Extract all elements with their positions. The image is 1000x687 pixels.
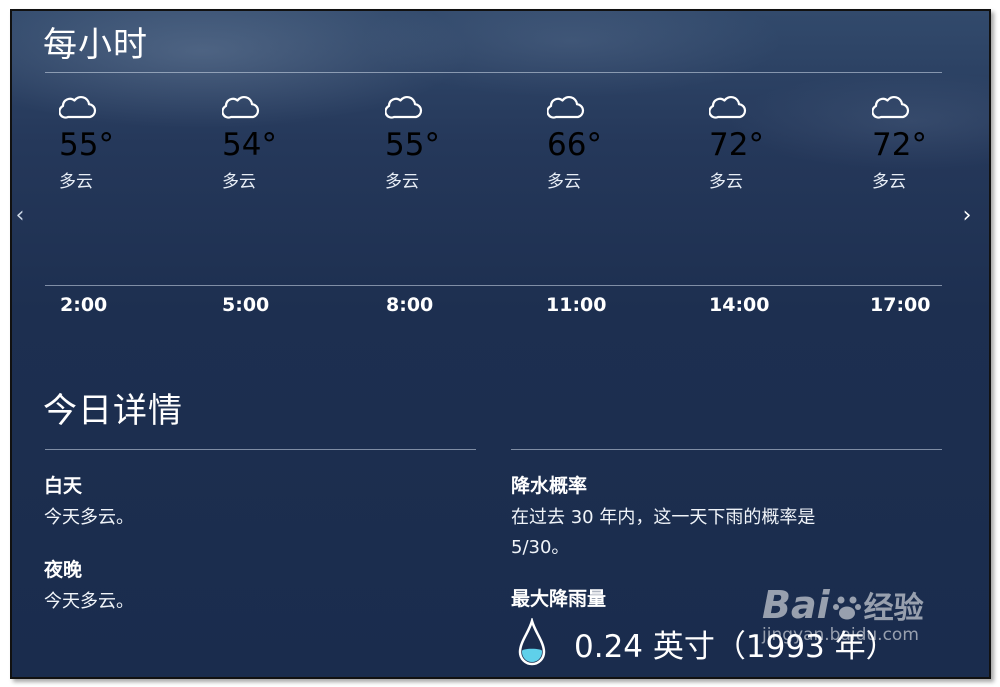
precip-chance-label: 降水概率 <box>511 475 588 497</box>
hourly-item: 55° 多云 <box>59 91 179 192</box>
watermark-url: jingyan.baidu.com <box>762 625 919 645</box>
hourly-temp: 55° <box>385 127 440 163</box>
hourly-bottom-divider <box>45 285 942 286</box>
cloud-icon <box>547 91 667 121</box>
precip-chance-text-line1: 在过去 30 年内，这一天下雨的概率是 <box>511 507 816 528</box>
paw-icon <box>832 592 862 622</box>
hourly-temp: 55° <box>59 127 114 163</box>
hourly-time: 8:00 <box>386 294 434 316</box>
weather-app-panel: 每小时 ‹ › 55° 多云 2:00 54° 多云 5:00 55° 多云 8:00 66° 多云… <box>10 9 991 679</box>
max-rain-label: 最大降雨量 <box>511 588 607 610</box>
hourly-temp: 54° <box>222 127 277 163</box>
hourly-condition: 多云 <box>59 172 93 192</box>
hourly-time: 2:00 <box>60 294 108 316</box>
hourly-temp: 72° <box>872 127 927 163</box>
chevron-left-icon[interactable]: ‹ <box>12 203 28 229</box>
hourly-condition: 多云 <box>222 172 256 192</box>
cloud-icon <box>709 91 829 121</box>
hourly-time: 17:00 <box>870 294 931 316</box>
cloud-icon <box>59 91 179 121</box>
hourly-condition: 多云 <box>385 172 419 192</box>
chevron-right-icon[interactable]: › <box>959 203 975 229</box>
details-left-divider <box>45 449 476 450</box>
hourly-item: 72° 多云 <box>872 91 989 192</box>
hourly-item: 72° 多云 <box>709 91 829 192</box>
hourly-condition: 多云 <box>709 172 743 192</box>
cloud-icon <box>385 91 505 121</box>
cloud-icon <box>872 91 989 121</box>
details-right-divider <box>511 449 942 450</box>
hourly-time: 11:00 <box>546 294 607 316</box>
night-text: 今天多云。 <box>44 591 134 612</box>
night-label: 夜晚 <box>44 559 83 581</box>
baidu-jingyan-watermark: Bai 经验 jingyan.baidu.com <box>762 583 924 645</box>
precip-chance-text-line2: 5/30。 <box>511 537 570 558</box>
hourly-temp: 72° <box>709 127 764 163</box>
hourly-top-divider <box>45 72 942 73</box>
hourly-time: 14:00 <box>709 294 770 316</box>
hourly-condition: 多云 <box>547 172 581 192</box>
day-text: 今天多云。 <box>44 507 134 528</box>
watermark-brand-prefix: Bai <box>762 583 830 627</box>
watermark-brand-suffix: 经验 <box>863 591 924 626</box>
raindrop-icon <box>517 616 547 668</box>
details-title: 今日详情 <box>43 391 183 431</box>
hourly-title: 每小时 <box>43 25 148 65</box>
hourly-time: 5:00 <box>222 294 270 316</box>
cloud-icon <box>222 91 342 121</box>
hourly-item: 66° 多云 <box>547 91 667 192</box>
hourly-condition: 多云 <box>872 172 906 192</box>
hourly-temp: 66° <box>547 127 602 163</box>
day-label: 白天 <box>44 475 83 497</box>
hourly-item: 55° 多云 <box>385 91 505 192</box>
hourly-item: 54° 多云 <box>222 91 342 192</box>
